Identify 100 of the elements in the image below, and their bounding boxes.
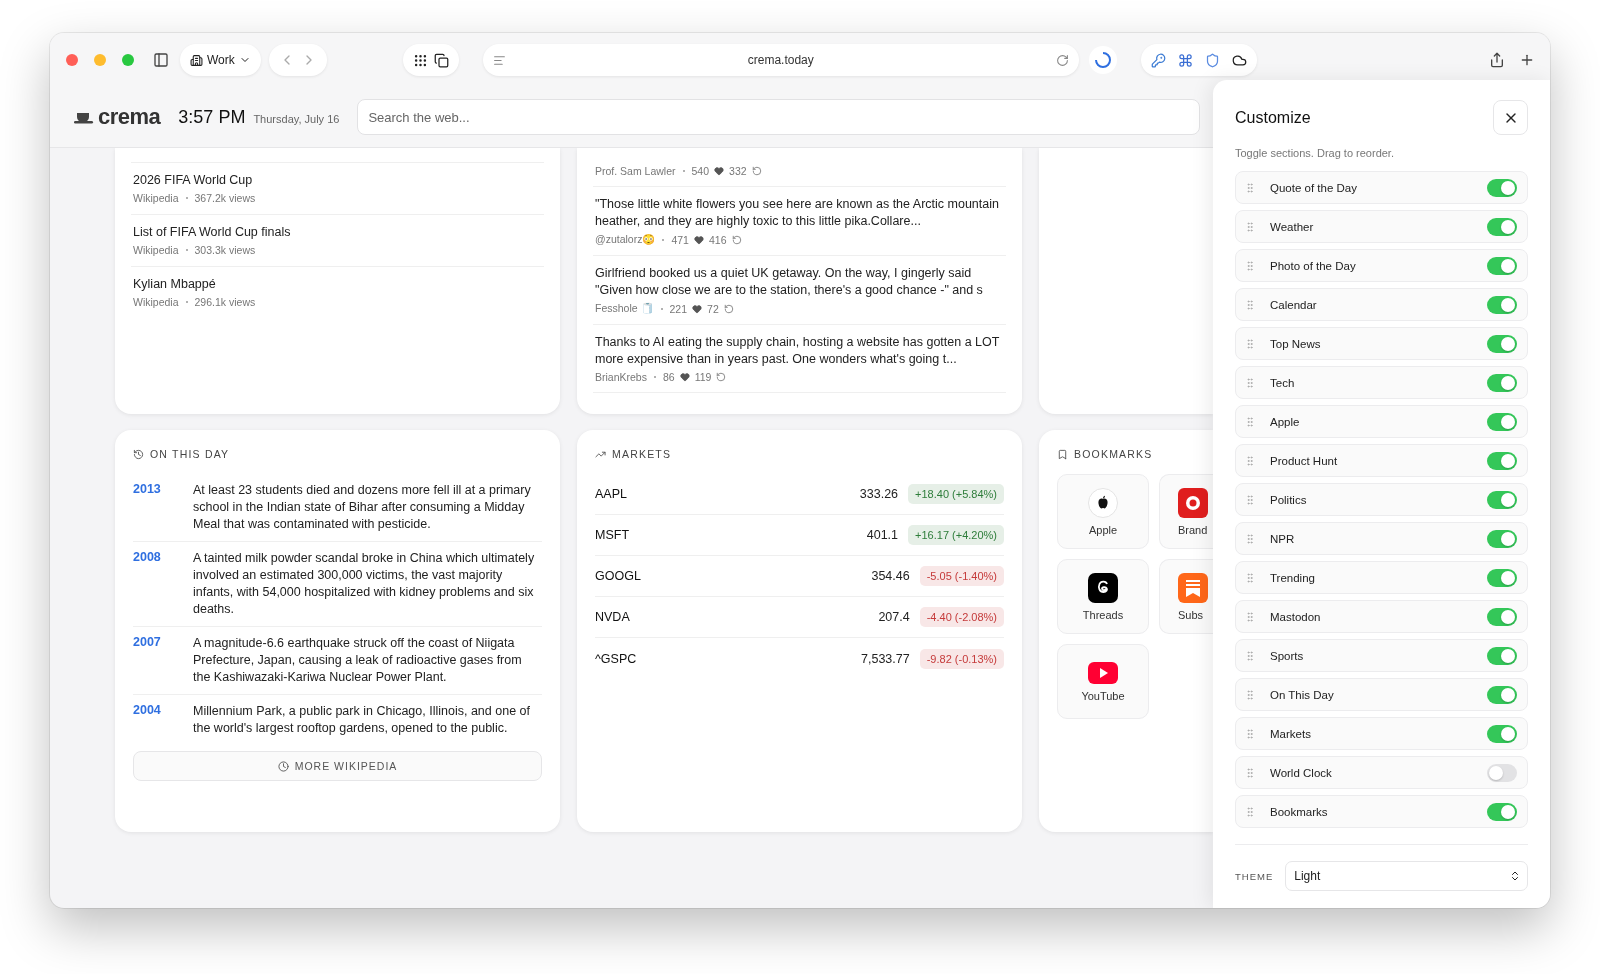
article-title[interactable]: List of FIFA World Cup finals	[133, 225, 542, 239]
grid-icon[interactable]	[412, 52, 428, 68]
toggle-switch[interactable]	[1487, 451, 1517, 470]
close-dot[interactable]	[66, 54, 78, 66]
profile-button[interactable]: Work	[180, 44, 261, 76]
bookmark-tile[interactable]: Subs	[1159, 559, 1213, 634]
search-field[interactable]: Search the web...	[357, 99, 1200, 135]
stock-price: 7,533.77	[861, 651, 910, 666]
minimize-dot[interactable]	[94, 54, 106, 66]
clock-time: 3:57 PM	[178, 106, 246, 128]
toggle-switch[interactable]	[1487, 178, 1517, 197]
app-logo-icon	[1178, 487, 1208, 518]
toggle-switch[interactable]	[1487, 685, 1517, 704]
toggle-switch[interactable]	[1487, 412, 1517, 431]
maximize-dot[interactable]	[122, 54, 134, 66]
toggle-switch[interactable]	[1487, 724, 1517, 743]
stock-price: 333.26	[859, 487, 899, 501]
section-row[interactable]: Trending	[1235, 561, 1528, 594]
section-row[interactable]: Tech	[1235, 366, 1528, 399]
section-row[interactable]: Product Hunt	[1235, 444, 1528, 477]
drag-handle-icon[interactable]	[1244, 259, 1256, 272]
drag-handle-icon[interactable]	[1244, 571, 1256, 584]
toggle-switch[interactable]	[1487, 646, 1517, 665]
address-bar[interactable]: crema.today	[482, 44, 1079, 76]
section-label: Mastodon	[1270, 610, 1322, 623]
event-text: At least 23 students died and dozens more fell ill at a primary school in the Indian state of Bihar after consuming a Midday Meal that was contaminated with pesticide.	[193, 482, 532, 533]
section-row[interactable]: NPR	[1235, 522, 1528, 555]
like-count: 86	[662, 371, 675, 383]
toggle-switch[interactable]	[1487, 607, 1517, 626]
toggle-switch[interactable]	[1487, 295, 1517, 314]
toggle-switch[interactable]	[1487, 802, 1517, 821]
drag-handle-icon[interactable]	[1244, 688, 1256, 701]
theme-select[interactable]: Light	[1285, 861, 1528, 891]
section-row[interactable]: Quote of the Day	[1235, 171, 1528, 204]
section-label: Trending	[1270, 571, 1316, 584]
drag-handle-icon[interactable]	[1244, 415, 1256, 428]
bookmark-tile[interactable]: Apple	[1057, 474, 1149, 549]
article-title[interactable]: Kylian Mbappé	[133, 277, 542, 291]
view-count: 303.3k views	[194, 244, 256, 256]
section-row[interactable]: Calendar	[1235, 288, 1528, 321]
article-title[interactable]: 2026 FIFA World Cup	[133, 173, 542, 187]
toggle-switch[interactable]	[1487, 529, 1517, 548]
toggle-switch[interactable]	[1487, 334, 1517, 353]
toggle-switch[interactable]	[1487, 217, 1517, 236]
post-text[interactable]: "Those little white flowers you see here are known as the Arctic mountain heather, and they are highly toxic to this little pika.Collare...	[595, 196, 1004, 230]
key-icon[interactable]	[1150, 52, 1166, 68]
drag-handle-icon[interactable]	[1244, 298, 1256, 311]
drag-handle-icon[interactable]	[1244, 649, 1256, 662]
drag-handle-icon[interactable]	[1244, 220, 1256, 233]
boost-count: 332	[729, 165, 747, 177]
heart-icon	[692, 303, 703, 314]
panel-hint: Toggle sections. Drag to reorder.	[1235, 147, 1395, 159]
url-text: crema.today	[746, 53, 815, 67]
section-row[interactable]: Photo of the Day	[1235, 249, 1528, 282]
section-row[interactable]: On This Day	[1235, 678, 1528, 711]
drag-handle-icon[interactable]	[1244, 376, 1256, 389]
shield-icon[interactable]	[1204, 52, 1220, 68]
section-row[interactable]: Markets	[1235, 717, 1528, 750]
section-row[interactable]: Mastodon	[1235, 600, 1528, 633]
article-source: Wikipedia	[133, 192, 179, 204]
section-label: Bookmarks	[1270, 805, 1329, 818]
section-row[interactable]: Bookmarks	[1235, 795, 1528, 828]
section-row[interactable]: Apple	[1235, 405, 1528, 438]
section-row[interactable]: World Clock	[1235, 756, 1528, 789]
drag-handle-icon[interactable]	[1244, 337, 1256, 350]
drag-handle-icon[interactable]	[1244, 805, 1256, 818]
toggle-switch[interactable]	[1487, 568, 1517, 587]
command-icon[interactable]	[1177, 52, 1193, 68]
event-year[interactable]: 2007	[133, 635, 179, 686]
reload-icon[interactable]	[1055, 53, 1069, 67]
tabs-icon[interactable]	[433, 52, 449, 68]
cloud-icon[interactable]	[1231, 52, 1247, 68]
toggle-switch[interactable]	[1487, 490, 1517, 509]
post-text[interactable]: Thanks to AI eating the supply chain, hosting a website has gotten a LOT more expensive than in years past. One wonders what's going t...	[595, 334, 1004, 368]
bookmark-tile[interactable]: Brand	[1159, 474, 1213, 549]
event-year[interactable]: 2004	[133, 703, 179, 737]
section-row[interactable]: Weather	[1235, 210, 1528, 243]
section-row[interactable]: Politics	[1235, 483, 1528, 516]
bookmark-tile[interactable]: YouTube	[1057, 644, 1149, 719]
toggle-switch[interactable]	[1487, 256, 1517, 275]
event-year[interactable]: 2008	[133, 550, 179, 618]
drag-handle-icon[interactable]	[1244, 181, 1256, 194]
post-author: BrianKrebs	[595, 371, 647, 383]
drag-handle-icon[interactable]	[1244, 727, 1256, 740]
more-button[interactable]: MORE WIKIPEDIA	[133, 751, 542, 781]
toggle-switch[interactable]	[1487, 373, 1517, 392]
bookmark-tile[interactable]: Threads	[1057, 559, 1149, 634]
drag-handle-icon[interactable]	[1244, 454, 1256, 467]
drag-handle-icon[interactable]	[1244, 493, 1256, 506]
close-button[interactable]	[1493, 100, 1528, 135]
section-label: Tech	[1270, 376, 1296, 389]
drag-handle-icon[interactable]	[1244, 766, 1256, 779]
event-year[interactable]: 2013	[133, 482, 179, 533]
drag-handle-icon[interactable]	[1244, 610, 1256, 623]
drag-handle-icon[interactable]	[1244, 532, 1256, 545]
toggle-switch[interactable]	[1487, 763, 1517, 782]
section-row[interactable]: Sports	[1235, 639, 1528, 672]
post-text[interactable]: Girlfriend booked us a quiet UK getaway. On the way, I gingerly said "Given how close we are to the station, there's a good chance -" and s	[595, 265, 1004, 299]
section-label: Politics	[1270, 493, 1308, 506]
section-row[interactable]: Top News	[1235, 327, 1528, 360]
